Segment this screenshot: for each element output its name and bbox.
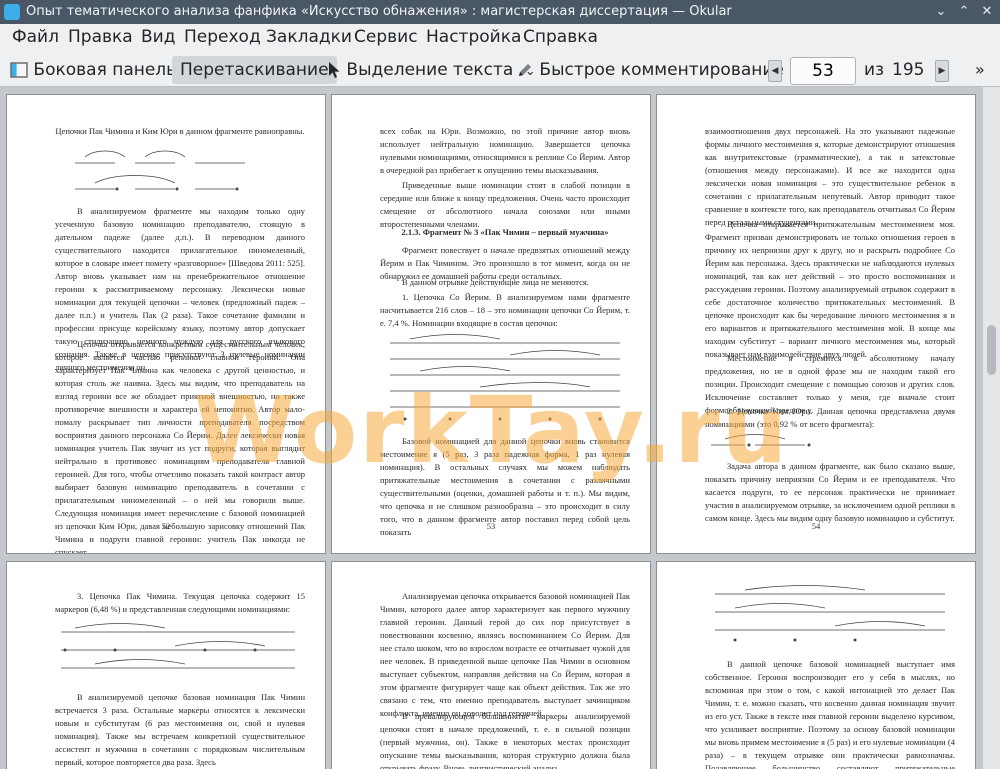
page-53-paragraph-2: Приведенные выше номинации стоят в слабо… [380,180,630,229]
sidebar-button-label: Боковая панель [33,60,177,80]
menu-file[interactable]: Файл [12,27,59,47]
page-of-label: из [864,60,885,80]
menu-help[interactable]: Справка [523,27,598,47]
page-55-chain-diagram [55,620,305,684]
drag-mode-label: Перетаскивание [180,60,329,80]
minimize-icon[interactable]: ⌄ [932,3,950,21]
page-54-number: 54 [811,521,821,531]
menu-settings[interactable]: Настройка [426,27,521,47]
document-view[interactable]: Цепочки Пак Чимина и Ким Юри в данном фр… [0,87,983,769]
close-icon[interactable]: ✕ [978,3,996,21]
page-53-paragraph-5: 1. Цепочка Со Йерим. В анализируемом нам… [380,292,630,328]
page-53-paragraph-1: всех собак на Юри. Возможно, по этой при… [380,126,630,175]
menu-edit[interactable]: Правка [68,27,133,47]
sidebar-icon [10,62,28,78]
page-57: В данной цепочке базовой номинацией выст… [656,561,976,769]
page-54: взаимоотношения двух персонажей. На это … [656,94,976,554]
page-56-paragraph-1: Анализируемая цепочка открывается базово… [380,591,630,718]
more-toolbar-icon[interactable]: » [975,60,985,79]
page-54-chain-diagram [705,431,955,457]
sidebar-button[interactable]: Боковая панель [10,56,176,84]
next-page-arrow-icon[interactable]: ▶ [935,60,949,82]
page-53: всех собак на Юри. Возможно, по этой при… [331,94,651,554]
quick-comment-button[interactable]: Быстрое комментирование [516,56,784,84]
page-55-paragraph-1: 3. Цепочка Пак Чимина. Текущая цепочка с… [55,591,305,614]
menu-bar: Файл Правка Вид Переход Закладки Сервис … [0,24,1000,54]
quick-comment-label: Быстрое комментирование [539,60,784,80]
page-54-paragraph-1: взаимоотношения двух персонажей. На это … [705,126,955,227]
page-56: Анализируемая цепочка открывается базово… [331,561,651,769]
page-55: 3. Цепочка Пак Чимина. Текущая цепочка с… [6,561,326,769]
menu-go[interactable]: Переход [184,27,261,47]
page-57-paragraph-1: В данной цепочке базовой номинацией выст… [705,659,955,769]
page-53-number: 53 [486,521,496,531]
page-54-paragraph-2: Цепочка открывается притяжательным место… [705,219,955,359]
page-57-chain-diagram [705,584,955,650]
title-bar: Опыт тематического анализа фанфика «Иску… [0,0,1000,24]
page-52-chain-diagram [55,145,305,197]
page-55-paragraph-2: В анализируемой цепочке базовая номинаци… [55,692,305,767]
text-select-label: Выделение текста [346,60,514,80]
page-56-paragraph-2: В превалирующем большинстве маркеры анал… [380,711,630,769]
menu-view[interactable]: Вид [141,27,175,47]
page-54-paragraph-4: 2. Цепочка Ким Юри. Данная цепочка предс… [705,406,955,429]
scrollbar-thumb[interactable] [987,325,996,375]
page-53-chain-diagram [380,333,630,423]
previous-page-arrow-icon[interactable]: ◀ [768,60,782,82]
page-52-number: 52 [161,521,171,531]
vertical-scrollbar[interactable] [983,87,1000,769]
page-53-section-heading: 2.1.3. Фрагмент № 3 «Пак Чимин – первый … [401,227,609,237]
menu-bookmarks[interactable]: Закладки [266,27,352,47]
page-54-paragraph-5: Задача автора в данном фрагменте, как бы… [705,461,955,523]
text-select-button[interactable]: Выделение текста ⌄ [327,56,536,84]
okular-app-icon [4,4,20,20]
page-52: Цепочки Пак Чимина и Ким Юри в данном фр… [6,94,326,554]
pen-icon [519,64,531,76]
maximize-icon[interactable]: ⌃ [955,3,973,21]
page-52-heading: Цепочки Пак Чимина и Ким Юри в данном фр… [55,126,305,136]
page-total: 195 [892,60,925,80]
window-title: Опыт тематического анализа фанфика «Иску… [26,4,732,19]
page-53-paragraph-4: В данном отрывке действующие лица не мен… [402,277,589,287]
cursor-icon [329,62,340,78]
drag-mode-button[interactable]: Перетаскивание [172,56,337,84]
page-number-input[interactable]: 53 [790,57,856,85]
menu-tools[interactable]: Сервис [354,27,418,47]
